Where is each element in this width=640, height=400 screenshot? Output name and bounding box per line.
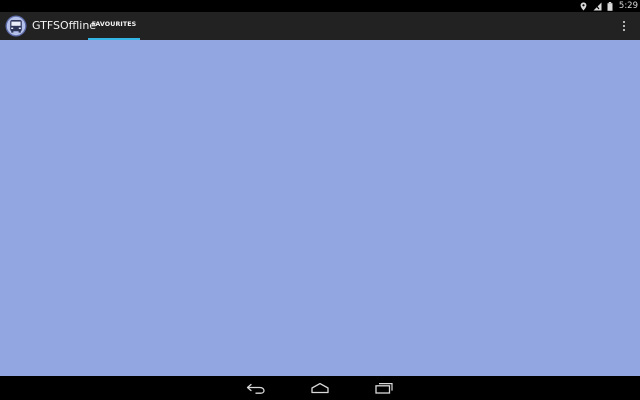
signal-icon <box>592 2 602 11</box>
overflow-dot <box>623 21 625 23</box>
back-icon[interactable] <box>242 380 270 396</box>
location-icon <box>580 2 587 11</box>
overflow-dot <box>623 25 625 27</box>
home-icon[interactable] <box>306 380 334 396</box>
status-time: 5:29 <box>618 1 638 11</box>
action-bar: GTFSOffline FAVOURITES <box>0 12 640 40</box>
tab-favourites[interactable]: FAVOURITES <box>88 12 140 40</box>
overflow-menu-icon[interactable] <box>616 19 632 33</box>
overflow-dot <box>623 29 625 31</box>
tab-label: FAVOURITES <box>91 21 137 28</box>
recents-icon[interactable] <box>370 380 398 396</box>
favourites-content <box>0 40 640 376</box>
navigation-bar <box>0 376 640 400</box>
status-icons: 5:29 <box>580 0 638 12</box>
screen: 5:29 GTFSOffline FAVOURITES <box>0 0 640 400</box>
bus-icon[interactable] <box>5 15 27 37</box>
battery-icon <box>607 1 613 11</box>
app-title: GTFSOffline <box>32 19 97 32</box>
status-bar: 5:29 <box>0 0 640 12</box>
